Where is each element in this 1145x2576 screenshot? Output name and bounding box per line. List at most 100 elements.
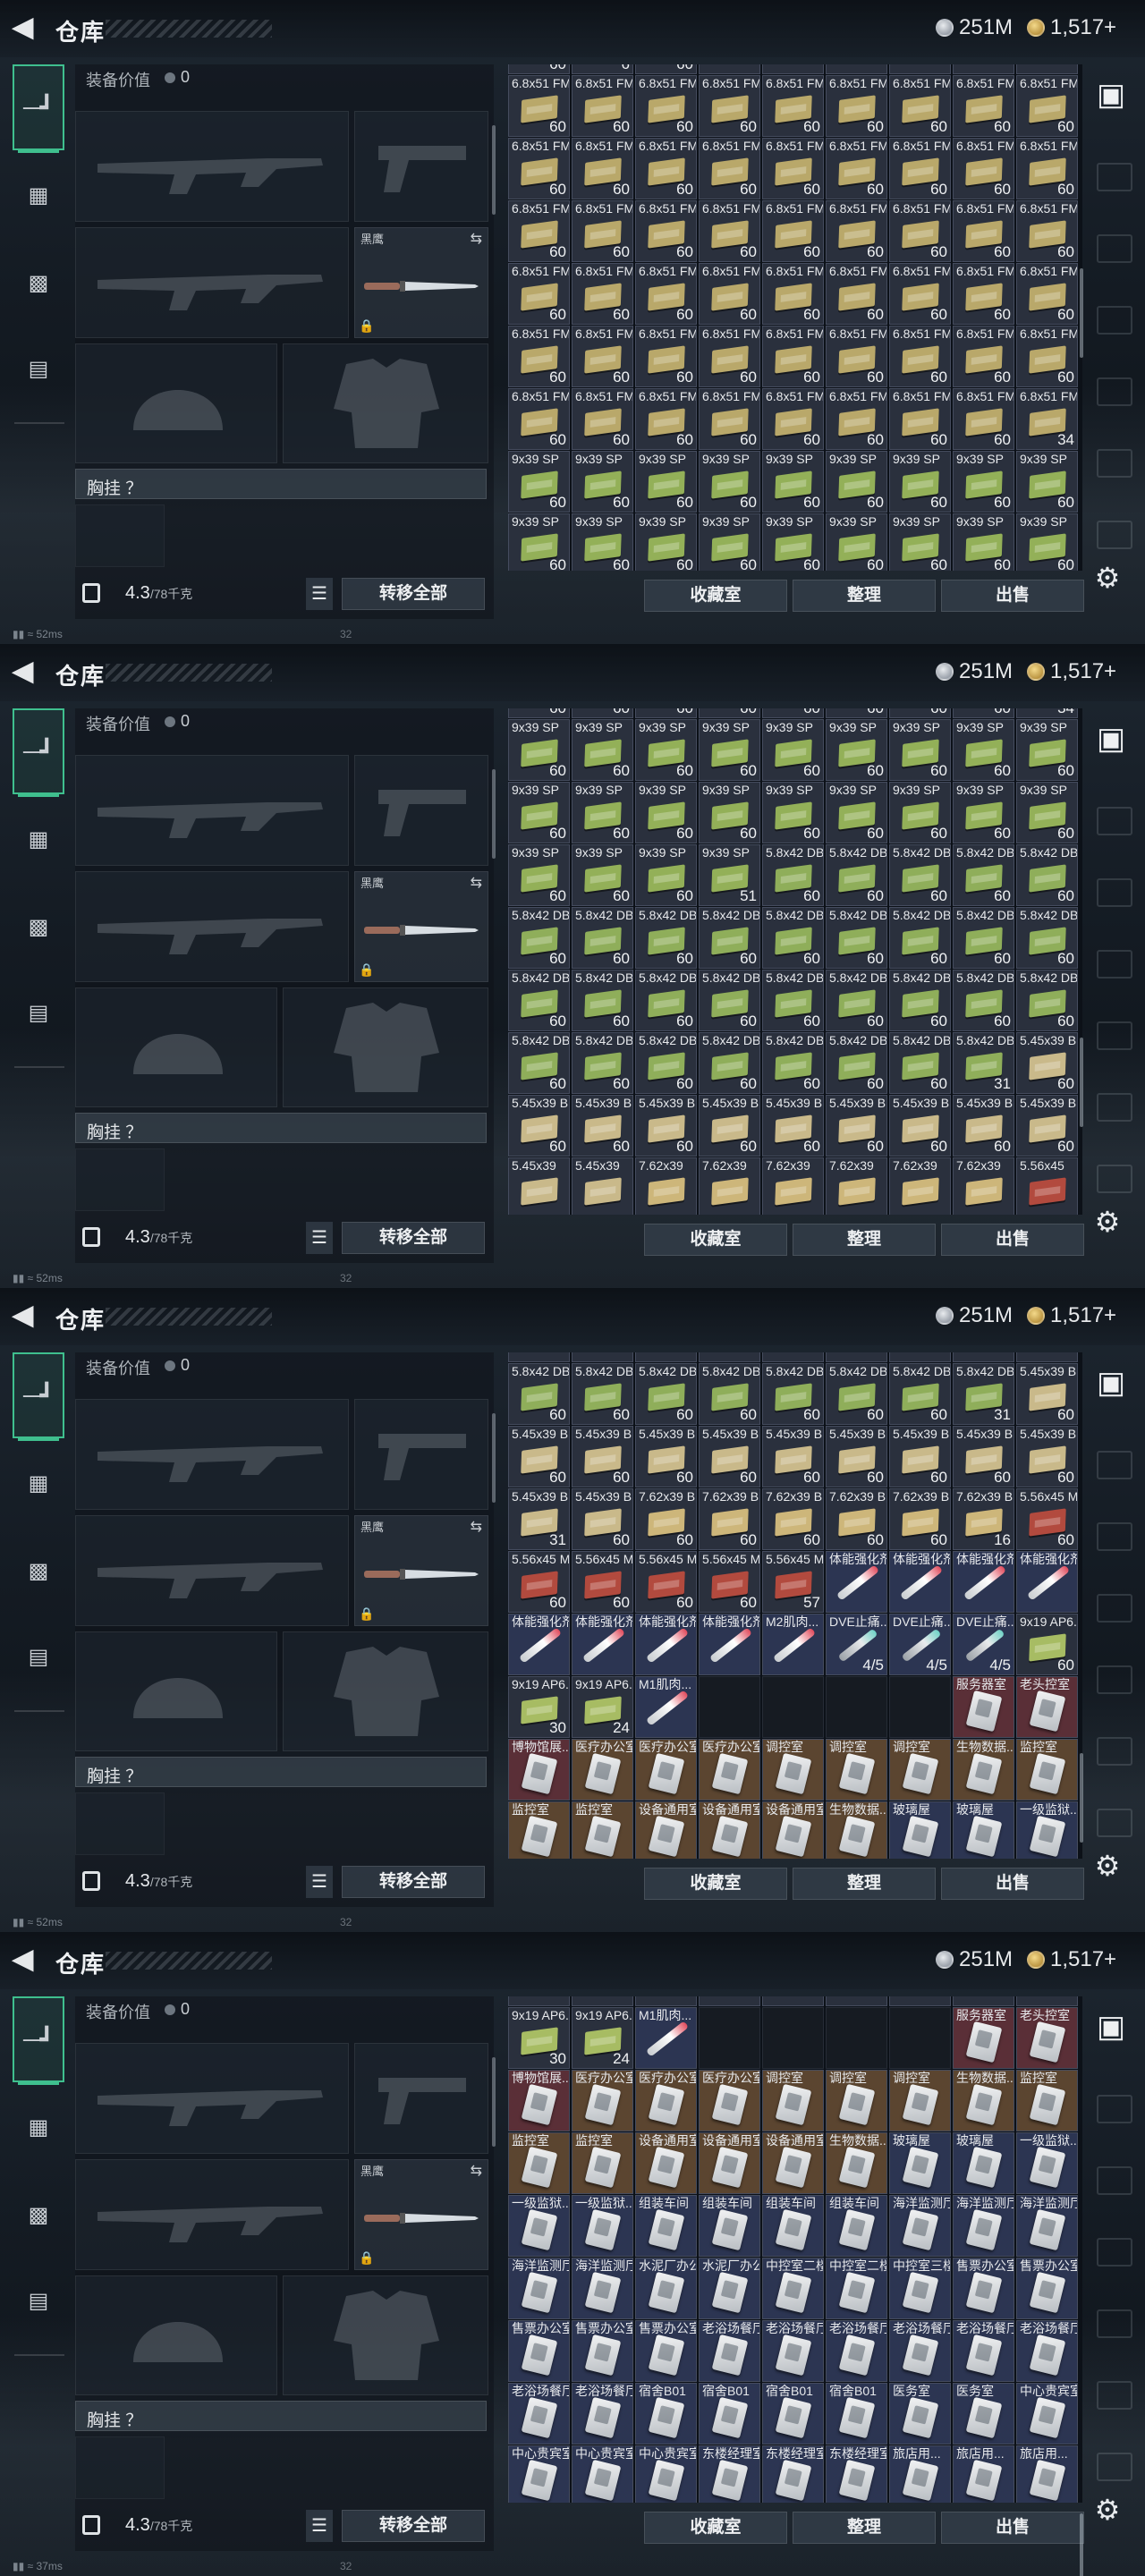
stash-item[interactable]: 5.8x42 DBP10 60 bbox=[699, 1032, 760, 1094]
stash-item[interactable]: 中控室三楼 bbox=[889, 2258, 951, 2319]
stash-item[interactable]: 服务器室 bbox=[953, 2007, 1014, 2069]
stash-item[interactable]: 5.8x42 DBP10 60 bbox=[889, 1032, 951, 1094]
secondary-weapon-slot[interactable] bbox=[75, 2159, 349, 2270]
stash-item[interactable]: 5.8x42 DBP10 60 bbox=[762, 1032, 824, 1094]
stash-item[interactable]: M1肌肉... bbox=[635, 1676, 697, 1738]
stash-item[interactable]: 玻璃屋 bbox=[889, 1801, 951, 1859]
stash-item[interactable]: 体能强化剂 bbox=[699, 1614, 760, 1675]
stash-item[interactable]: 5.8x42 DBP10 60 bbox=[762, 907, 824, 969]
gold-currency[interactable]: 1,517+ bbox=[1027, 1302, 1116, 1329]
safe-icon[interactable]: ▣ bbox=[1091, 2007, 1131, 2046]
stash-item[interactable]: 东楼经理室 bbox=[826, 2445, 887, 2503]
secondary-weapon-slot[interactable] bbox=[75, 1515, 349, 1626]
stash-item[interactable]: 5.45x39 BP 60 bbox=[953, 1426, 1014, 1487]
stash-scrollbar[interactable] bbox=[1080, 268, 1083, 358]
stash-item[interactable]: 博物馆展... bbox=[508, 1739, 570, 1801]
stash-item[interactable]: 9x39 SP 60 bbox=[762, 451, 824, 513]
stash-item[interactable]: 9x39 SP 60 bbox=[889, 782, 951, 843]
stash-item[interactable]: 6.8x51 FMJ 60 bbox=[953, 388, 1014, 450]
stash-item[interactable]: 5.56x45 M855A1 60 bbox=[572, 1551, 633, 1613]
stash-item[interactable]: 6.8x51 FMJ 34 bbox=[1016, 388, 1078, 450]
stash-item[interactable]: 9x39 SP 60 bbox=[889, 451, 951, 513]
stash-item[interactable]: 宿舍B01 bbox=[699, 2383, 760, 2445]
stash-item-partial[interactable] bbox=[572, 1352, 633, 1362]
vest-icon[interactable]: ▦ bbox=[13, 1440, 64, 1526]
stash-item[interactable]: 医疗办公室 bbox=[572, 1739, 633, 1801]
stash-item[interactable]: 5.8x42 DBP10 31 bbox=[953, 1363, 1014, 1425]
stash-item[interactable]: 6.8x51 FMJ 60 bbox=[953, 263, 1014, 325]
stash-item[interactable]: 7.62x39 BP 60 bbox=[762, 1488, 824, 1550]
stash-item[interactable]: 医疗办公室 bbox=[635, 2070, 697, 2131]
stash-item[interactable]: 中控室二楼 bbox=[762, 2258, 824, 2319]
stash-page-tab[interactable] bbox=[1097, 1021, 1132, 1050]
stash-item[interactable]: 9x39 SP 60 bbox=[572, 844, 633, 906]
stash-item[interactable]: 中心贵宾室 bbox=[635, 2445, 697, 2503]
stash-item[interactable]: 5.8x42 DBP10 60 bbox=[635, 1363, 697, 1425]
stash-item[interactable]: 生物数据... bbox=[826, 1801, 887, 1859]
stash-item[interactable]: 6.8x51 FMJ 60 bbox=[508, 200, 570, 262]
stash-item[interactable]: 老浴场餐厅 bbox=[699, 2320, 760, 2382]
swap-icon[interactable]: ⇆ bbox=[471, 2162, 482, 2180]
stash-item[interactable]: 9x39 SP 60 bbox=[508, 451, 570, 513]
stash-item[interactable]: 5.8x42 DBP10 60 bbox=[635, 970, 697, 1031]
stash-item[interactable]: 9x39 SP 60 bbox=[826, 719, 887, 781]
stash-item[interactable]: 9x39 SP 60 bbox=[826, 782, 887, 843]
stash-item-partial[interactable]: 60 bbox=[508, 708, 570, 718]
stash-item[interactable]: 组装车间 bbox=[762, 2195, 824, 2257]
list-icon[interactable]: ☰ bbox=[306, 1866, 333, 1898]
primary-weapon-slot[interactable] bbox=[75, 111, 349, 222]
stash-page-tab[interactable] bbox=[1097, 2166, 1132, 2195]
stash-page-tab[interactable] bbox=[1097, 306, 1132, 335]
stash-item[interactable]: 6.8x51 FMJ 60 bbox=[826, 200, 887, 262]
chevron-left-icon[interactable]: ◀ bbox=[13, 658, 39, 685]
stash-item[interactable]: 9x39 SP 60 bbox=[572, 451, 633, 513]
stash-item[interactable]: 6.8x51 FMJ 60 bbox=[826, 388, 887, 450]
stash-item[interactable]: 5.8x42 DBP10 60 bbox=[699, 907, 760, 969]
stash-item[interactable]: 9x19 AP6.3 30 bbox=[508, 2007, 570, 2069]
stash-item[interactable]: 玻璃屋 bbox=[889, 2132, 951, 2194]
briefcase-icon[interactable]: ▤ bbox=[13, 326, 64, 411]
stash-item[interactable]: 5.56x45 M855A1 57 bbox=[762, 1551, 824, 1613]
stash-item[interactable]: 老浴场餐厅 bbox=[1016, 2320, 1078, 2382]
gear-icon[interactable]: ⚙ bbox=[1093, 2496, 1122, 2524]
stash-item-partial[interactable] bbox=[699, 1996, 760, 2006]
stash-item[interactable]: 5.8x42 DBP10 60 bbox=[508, 907, 570, 969]
stash-item-partial[interactable] bbox=[762, 64, 824, 74]
stash-item[interactable]: 6.8x51 FMJ 60 bbox=[635, 200, 697, 262]
stash-item[interactable]: 监控室 bbox=[508, 1801, 570, 1859]
primary-weapon-slot[interactable] bbox=[75, 2043, 349, 2154]
stash-scrollbar[interactable] bbox=[1080, 1753, 1083, 1843]
stash-item[interactable]: 5.8x42 DBP10 60 bbox=[1016, 907, 1078, 969]
stash-item[interactable]: 设备通用室 bbox=[635, 2132, 697, 2194]
stash-item[interactable]: 6.8x51 FMJ 60 bbox=[889, 75, 951, 137]
stash-item[interactable]: 5.56x45 M855A1 60 bbox=[1016, 1488, 1078, 1550]
stash-item-partial[interactable] bbox=[826, 1352, 887, 1362]
stash-item[interactable]: 体能强化剂 bbox=[508, 1614, 570, 1675]
sell-button[interactable]: 出售 bbox=[941, 1868, 1084, 1900]
stash-page-tab[interactable] bbox=[1097, 377, 1132, 406]
vest-icon[interactable]: ▦ bbox=[13, 796, 64, 882]
stash-item[interactable]: DVE止痛... 4/5 bbox=[826, 1614, 887, 1675]
backpack-icon[interactable]: ▩ bbox=[13, 1528, 64, 1614]
stash-item[interactable]: DVE止痛... 4/5 bbox=[953, 1614, 1014, 1675]
stash-item[interactable]: 调控室 bbox=[889, 1739, 951, 1801]
stash-item[interactable]: 医务室 bbox=[889, 2383, 951, 2445]
stash-item[interactable]: 6.8x51 FMJ 60 bbox=[635, 263, 697, 325]
stash-item-partial[interactable] bbox=[826, 64, 887, 74]
stash-item[interactable]: 5.45x39 BP 60 bbox=[826, 1095, 887, 1157]
stash-item[interactable]: 5.45x39 BP 60 bbox=[953, 1095, 1014, 1157]
safe-icon[interactable]: ▣ bbox=[1091, 75, 1131, 114]
transfer-all-button[interactable]: 转移全部 bbox=[342, 2510, 485, 2542]
stash-item[interactable]: 5.45x39 BP 60 bbox=[1016, 1363, 1078, 1425]
stash-item[interactable]: 老浴场餐厅 bbox=[762, 2320, 824, 2382]
stash-item-partial[interactable]: 60 bbox=[699, 708, 760, 718]
stash-item[interactable]: 5.8x42 DBP10 60 bbox=[826, 907, 887, 969]
stash-item[interactable]: 6.8x51 FMJ 60 bbox=[953, 75, 1014, 137]
equipment-scrollbar[interactable] bbox=[492, 1413, 496, 1503]
stash-item-partial[interactable] bbox=[889, 64, 951, 74]
stash-item[interactable]: 5.45x39 BP 60 bbox=[635, 1095, 697, 1157]
stash-item[interactable]: 6.8x51 FMJ 60 bbox=[699, 75, 760, 137]
stash-item-partial[interactable] bbox=[508, 1352, 570, 1362]
stash-page-tab[interactable] bbox=[1097, 2381, 1132, 2410]
chevron-left-icon[interactable]: ◀ bbox=[13, 1946, 39, 1973]
